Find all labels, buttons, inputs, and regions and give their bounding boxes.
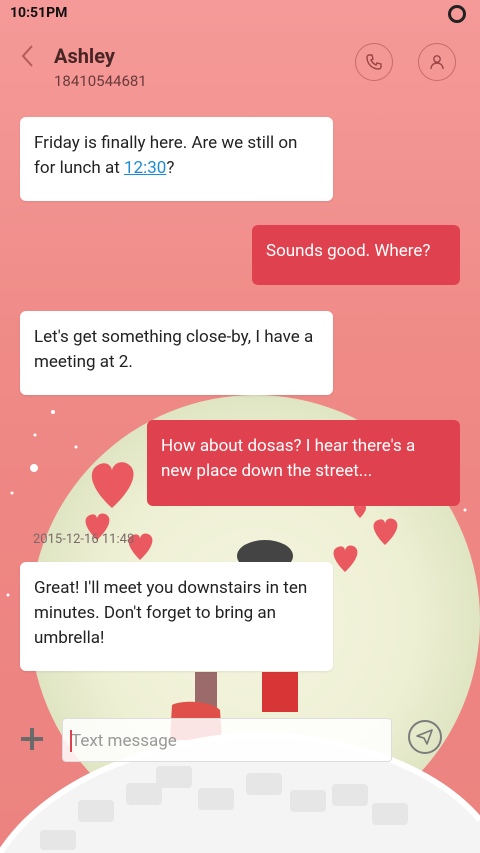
contact-name[interactable]: Ashley [54,44,115,68]
message-bubble-incoming[interactable]: Friday is finally here. Are we still on … [20,117,333,201]
status-indicator-icon [448,5,466,23]
contact-number: 18410544681 [54,72,147,90]
text-cursor [70,730,72,752]
status-time: 10:51PM [10,5,68,21]
message-text: ? [166,158,175,178]
message-text: Great! I'll meet you downstairs in ten m… [34,578,308,648]
back-button[interactable] [18,42,44,70]
send-icon [416,729,433,745]
time-link[interactable]: 12:30 [124,158,166,178]
person-icon [430,55,444,70]
message-bubble-incoming[interactable]: Let's get something close-by, I have a m… [20,311,333,395]
message-text: How about dosas? I hear there's a new pl… [161,436,416,481]
message-text: Let's get something close-by, I have a m… [34,327,314,372]
phone-icon [366,54,382,70]
message-bubble-incoming[interactable]: Great! I'll meet you downstairs in ten m… [20,562,333,671]
message-input[interactable]: Text message [62,718,392,762]
call-button[interactable] [355,43,393,81]
chevron-left-icon [21,45,33,67]
add-attachment-button[interactable] [20,727,44,751]
message-text: Sounds good. Where? [266,241,431,261]
status-bar: 10:51PM [0,0,480,28]
message-bubble-outgoing[interactable]: How about dosas? I hear there's a new pl… [147,420,460,506]
message-bubble-outgoing[interactable]: Sounds good. Where? [252,225,460,285]
message-timestamp: 2015-12-16 11:48 [33,532,135,547]
conversation-header: Ashley 18410544681 [0,36,480,96]
contact-details-button[interactable] [418,43,456,81]
send-button[interactable] [408,720,442,754]
